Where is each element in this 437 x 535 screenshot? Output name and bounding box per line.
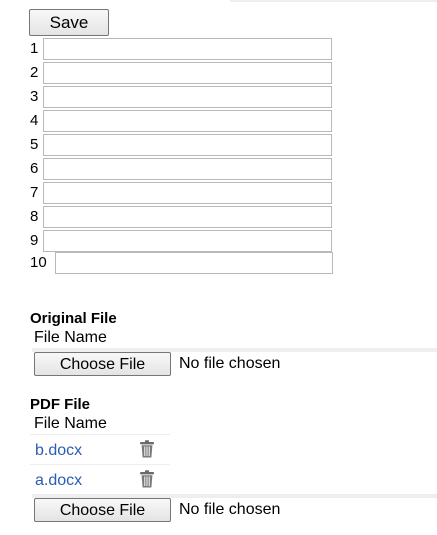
pdf-file-column-header: File Name — [34, 415, 107, 432]
file-status: No file chosen — [179, 501, 281, 518]
row-input[interactable] — [43, 158, 332, 180]
trash-icon[interactable] — [137, 469, 157, 489]
row-number: 4 — [30, 112, 39, 129]
choose-file-button[interactable]: Choose File — [34, 498, 171, 522]
save-button[interactable]: Save — [29, 9, 109, 36]
row-number: 7 — [30, 184, 39, 201]
list-item: b.docx — [30, 434, 170, 464]
choose-file-button[interactable]: Choose File — [34, 352, 171, 376]
row-number: 2 — [30, 64, 39, 81]
pdf-file-input: Choose File No file chosen — [32, 494, 437, 524]
original-file-input: Choose File No file chosen — [32, 348, 437, 378]
row-number: 3 — [30, 88, 39, 105]
pdf-file-title: PDF File — [30, 396, 91, 413]
row-input[interactable] — [43, 110, 332, 132]
row-number: 5 — [30, 136, 39, 153]
row-input[interactable] — [43, 38, 332, 60]
top-divider — [230, 0, 437, 2]
file-status: No file chosen — [179, 355, 281, 372]
row-number: 1 — [30, 40, 39, 57]
row-input[interactable] — [43, 230, 332, 252]
trash-icon[interactable] — [137, 439, 157, 459]
row-input[interactable] — [43, 182, 332, 204]
file-link[interactable]: b.docx — [35, 442, 82, 460]
row-number: 9 — [30, 232, 39, 249]
list-item: a.docx — [30, 464, 170, 494]
row-number: 8 — [30, 208, 39, 225]
row-input[interactable] — [43, 62, 332, 84]
row-number: 6 — [30, 160, 39, 177]
row-number: 10 — [30, 254, 47, 271]
pdf-file-list: b.docx a.docx — [30, 434, 170, 494]
original-file-title: Original File — [30, 310, 117, 327]
row-input[interactable] — [43, 206, 332, 228]
row-input[interactable] — [43, 86, 332, 108]
original-file-column-header: File Name — [34, 329, 107, 346]
row-input[interactable] — [55, 252, 333, 274]
row-input[interactable] — [43, 134, 332, 156]
file-link[interactable]: a.docx — [35, 472, 82, 490]
